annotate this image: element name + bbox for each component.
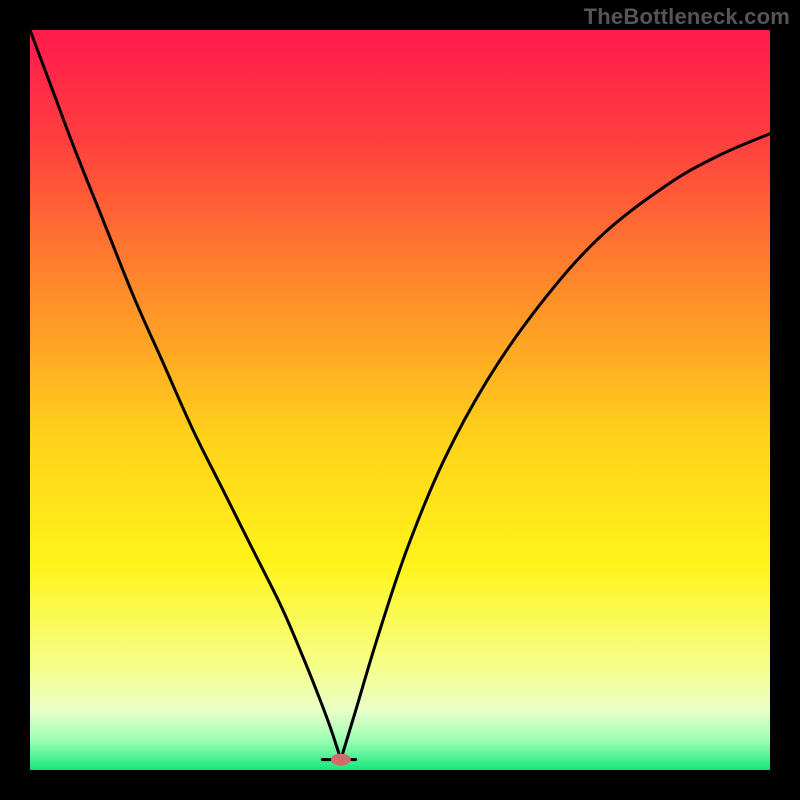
plot-svg: [30, 30, 770, 770]
plot-area: [30, 30, 770, 770]
chart-frame: TheBottleneck.com: [0, 0, 800, 800]
minimum-marker: [331, 754, 351, 766]
gradient-background: [30, 30, 770, 770]
watermark-text: TheBottleneck.com: [584, 4, 790, 30]
